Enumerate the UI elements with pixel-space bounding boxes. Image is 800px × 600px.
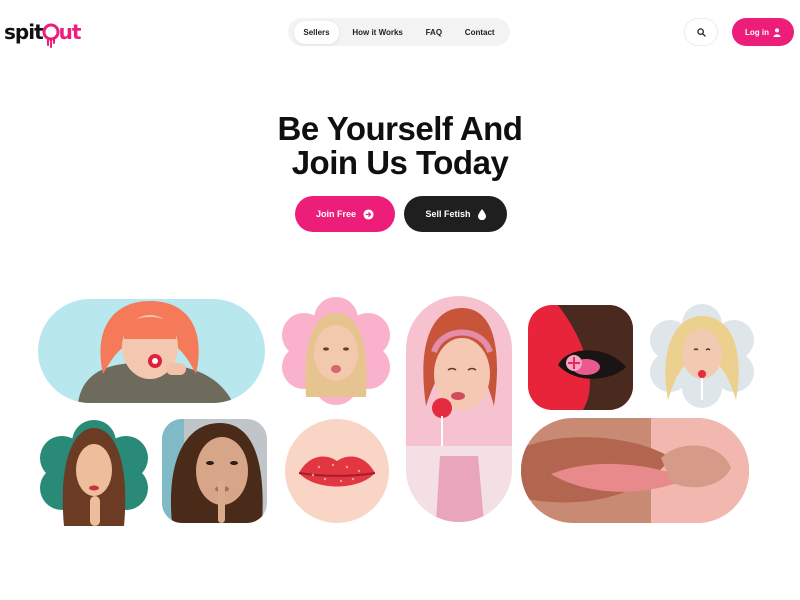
logo-text-part1: spit [4, 20, 44, 44]
login-button[interactable]: Log in [732, 18, 794, 46]
search-icon [696, 27, 706, 37]
login-label: Log in [745, 27, 769, 37]
logo-text-part2: ut [58, 20, 82, 44]
sell-fetish-label: Sell Fetish [425, 209, 471, 219]
hero-title: Be Yourself And Join Us Today [0, 112, 800, 180]
photo-dark-lips-candy [528, 305, 633, 410]
arrow-right-circle-icon [363, 208, 374, 220]
join-free-button[interactable]: Join Free [295, 196, 395, 232]
nav-item-faq[interactable]: FAQ [417, 21, 451, 44]
logo-text: spit [4, 20, 44, 44]
photo-woman-brunette-finger-lips [162, 419, 267, 523]
nav-item-contact[interactable]: Contact [456, 21, 504, 44]
photo-woman-redhead-lollipop [406, 296, 512, 522]
lips-drip-icon [42, 23, 60, 48]
nav-item-sellers[interactable]: Sellers [294, 20, 339, 44]
photo-woman-blonde-kiss [282, 297, 390, 405]
photo-tongue-close-up [521, 418, 749, 523]
photo-woman-curly-blonde-lollipop [650, 304, 754, 408]
sell-fetish-button[interactable]: Sell Fetish [404, 196, 507, 232]
user-icon [773, 27, 781, 37]
hero-title-line2: Join Us Today [291, 144, 509, 181]
nav-item-how-it-works[interactable]: How it Works [343, 21, 412, 44]
logo[interactable]: spit ut [4, 18, 82, 48]
photo-woman-orange-hair-lollipop [38, 299, 265, 403]
join-free-label: Join Free [315, 209, 356, 219]
photo-woman-brunette-teal [40, 420, 148, 526]
main-nav: Sellers How it Works FAQ Contact [288, 18, 510, 46]
droplet-icon [477, 208, 486, 220]
search-button[interactable] [684, 18, 718, 46]
photo-glitter-red-lips [285, 419, 389, 523]
logo-text-2: ut [58, 20, 82, 44]
hero-title-line1: Be Yourself And [277, 110, 523, 147]
